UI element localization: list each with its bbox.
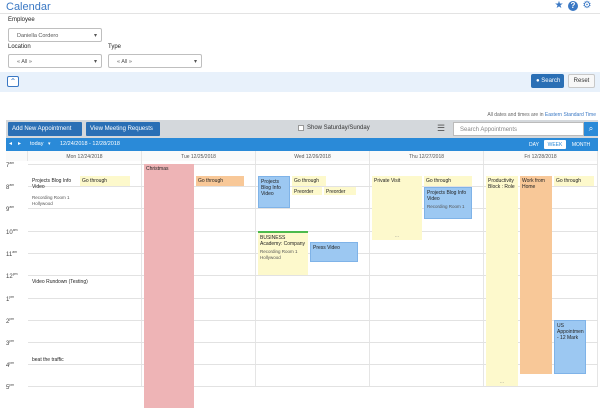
calendar-nav-bar: ◂ ▸ today ▾ 12/24/2018 - 12/28/2018 DAY … bbox=[6, 138, 598, 151]
event-mon-video-rundown[interactable]: Video Rundown (Testing) bbox=[30, 277, 130, 287]
type-value: « All » bbox=[117, 59, 132, 65]
event-fri-productivity[interactable]: Productivity Block : Role ... bbox=[486, 176, 518, 386]
hour-label: 11am bbox=[6, 250, 18, 258]
event-title: beat the traffic bbox=[32, 357, 64, 363]
event-mon-beat-traffic[interactable]: beat the traffic bbox=[30, 355, 100, 365]
top-bar: Calendar ★ ? ⚙ bbox=[0, 0, 600, 14]
time-gutter-header bbox=[6, 151, 28, 161]
day-header-fri: Fri 12/28/2018 bbox=[484, 151, 598, 161]
hour-label: 5pm bbox=[6, 383, 15, 391]
help-icon[interactable]: ? bbox=[568, 1, 578, 11]
employee-value: Daniella Cordero bbox=[17, 33, 59, 39]
hour-label: 9am bbox=[6, 205, 15, 213]
event-title: US Appointmen - 12 Mark bbox=[557, 323, 584, 341]
event-tue-go-through[interactable]: Go through bbox=[196, 176, 244, 186]
location-label: Location bbox=[8, 44, 31, 50]
event-mon-projects[interactable]: Projects Blog Info Video Recording Room … bbox=[30, 176, 78, 208]
hour-label: 10am bbox=[6, 228, 18, 236]
chevron-down-icon[interactable]: ▾ bbox=[48, 141, 51, 147]
event-wed-projects[interactable]: Projects Blog Info Video bbox=[258, 176, 290, 208]
event-title: Productivity Block : Role bbox=[488, 178, 515, 190]
search-appointments-input[interactable]: Search Appointments bbox=[453, 122, 584, 136]
event-location: Recording Room 1 Hollywood bbox=[260, 249, 298, 260]
employee-select[interactable]: Daniella Cordero ▾ bbox=[8, 28, 102, 42]
search-button-label: Search bbox=[541, 78, 561, 84]
hour-label: 3pm bbox=[6, 339, 15, 347]
event-title: Work from Home bbox=[522, 178, 545, 190]
show-weekend-label: Show Saturday/Sunday bbox=[307, 125, 370, 131]
star-icon[interactable]: ★ bbox=[554, 1, 564, 11]
day-header-mon: Mon 12/24/2018 bbox=[28, 151, 142, 161]
day-view-button[interactable]: DAY bbox=[526, 140, 542, 149]
hour-label: 12pm bbox=[6, 272, 18, 280]
employee-label: Employee bbox=[8, 17, 35, 23]
calendar-toolbar: Add New Appointment View Meeting Request… bbox=[6, 120, 598, 138]
event-title: Projects Blog Info Video bbox=[32, 178, 72, 190]
event-fri-go-through[interactable]: Go through bbox=[554, 176, 594, 186]
event-thu-projects[interactable]: Projects Blog Info Video Recording Room … bbox=[424, 187, 472, 219]
hour-line bbox=[28, 164, 598, 165]
search-bar bbox=[0, 72, 600, 92]
day-header-thu: Thu 12/27/2018 bbox=[370, 151, 484, 161]
week-view-button[interactable]: WEEK bbox=[544, 140, 566, 149]
gear-icon[interactable]: ⚙ bbox=[582, 1, 592, 11]
event-wed-preorder-2[interactable]: Preorder bbox=[324, 187, 356, 195]
event-mon-go-through[interactable]: Go through bbox=[80, 176, 130, 186]
collapse-filters-button[interactable]: ⌃ bbox=[7, 76, 19, 87]
event-title: Projects Blog Info Video bbox=[427, 190, 467, 202]
event-title: Private Visit bbox=[374, 178, 401, 184]
event-fri-us-appointment[interactable]: US Appointmen - 12 Mark bbox=[554, 320, 586, 374]
hour-line bbox=[28, 386, 598, 387]
event-more: ... bbox=[394, 233, 400, 239]
hour-label: 7am bbox=[6, 161, 15, 169]
event-thu-go-through[interactable]: Go through bbox=[424, 176, 472, 186]
type-select[interactable]: « All » ▾ bbox=[108, 54, 202, 68]
add-appointment-button[interactable]: Add New Appointment bbox=[8, 122, 82, 136]
prev-arrow-icon[interactable]: ◂ bbox=[9, 140, 12, 147]
hour-label: 2pm bbox=[6, 317, 15, 325]
filters-panel: Employee Daniella Cordero ▾ Location « A… bbox=[0, 14, 600, 72]
reset-button[interactable]: Reset bbox=[568, 74, 595, 88]
search-button[interactable]: ● Search bbox=[531, 74, 564, 88]
hour-label: 8am bbox=[6, 183, 15, 191]
hour-label: 1pm bbox=[6, 295, 15, 303]
location-value: « All » bbox=[17, 59, 32, 65]
day-header-tue: Tue 12/25/2018 bbox=[142, 151, 256, 161]
timezone-note: All dates and times are in Eastern Stand… bbox=[487, 112, 596, 118]
location-select[interactable]: « All » ▾ bbox=[8, 54, 102, 68]
show-weekend-checkbox[interactable] bbox=[298, 125, 304, 131]
event-thu-private-visit[interactable]: Private Visit ... bbox=[372, 176, 422, 240]
hour-label: 4pm bbox=[6, 361, 15, 369]
event-more: ... bbox=[499, 379, 505, 385]
date-range: 12/24/2018 - 12/28/2018 bbox=[60, 141, 120, 147]
chevron-down-icon: ▾ bbox=[193, 59, 197, 65]
event-location: Recording Room 1 bbox=[427, 204, 465, 209]
timezone-prefix: All dates and times are in bbox=[487, 112, 544, 118]
month-view-button[interactable]: MONTH bbox=[568, 140, 594, 149]
list-view-icon[interactable]: ☰ bbox=[437, 123, 445, 133]
event-wed-business[interactable]: BUSINESS Academy: Company Recording Room… bbox=[258, 231, 308, 275]
event-fri-work-from-home[interactable]: Work from Home bbox=[520, 176, 552, 374]
search-icon[interactable]: ⌕ bbox=[584, 122, 598, 136]
view-meeting-requests-button[interactable]: View Meeting Requests bbox=[86, 122, 160, 136]
event-location: Recording Room 1 Hollywood bbox=[32, 195, 70, 206]
event-tue-christmas[interactable]: Christmas bbox=[144, 164, 194, 408]
next-arrow-icon[interactable]: ▸ bbox=[18, 140, 21, 147]
day-header-wed: Wed 12/26/2018 bbox=[256, 151, 370, 161]
event-wed-preorder-1[interactable]: Preorder bbox=[292, 187, 322, 195]
event-title: Christmas bbox=[146, 166, 169, 172]
today-button[interactable]: today bbox=[30, 141, 43, 147]
event-wed-press-video[interactable]: Press Video bbox=[310, 242, 358, 262]
chevron-down-icon: ▾ bbox=[93, 59, 97, 65]
chevron-down-icon: ▾ bbox=[93, 33, 97, 39]
timezone-link[interactable]: Eastern Standard Time bbox=[545, 112, 596, 118]
type-label: Type bbox=[108, 44, 122, 50]
chevron-up-icon: ⌃ bbox=[9, 77, 17, 86]
page-title: Calendar bbox=[6, 1, 51, 13]
event-title: BUSINESS Academy: Company bbox=[260, 235, 306, 247]
event-wed-go-through[interactable]: Go through bbox=[292, 176, 326, 186]
